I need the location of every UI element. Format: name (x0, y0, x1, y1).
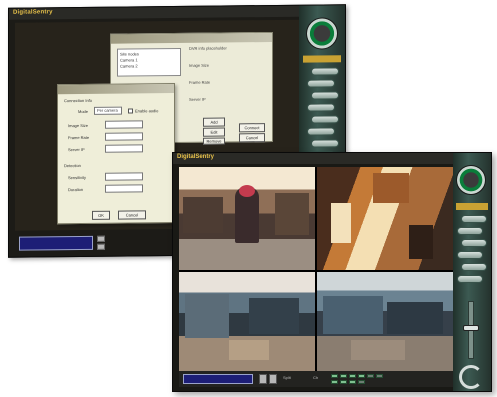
channel-indicator[interactable] (340, 380, 347, 384)
rack-shape (275, 193, 309, 235)
camera-view-1[interactable] (179, 167, 315, 270)
device-dialog-title-bar (111, 33, 272, 44)
viewer-control-panel (453, 153, 491, 391)
channel-indicator[interactable] (331, 374, 338, 378)
shelf-shape (373, 173, 409, 203)
camera-view-4[interactable] (317, 272, 453, 375)
panel-button[interactable] (461, 215, 487, 223)
table-shape (229, 340, 269, 360)
field-label: Sensitivity (68, 174, 87, 181)
channel-label: Ch (313, 375, 319, 380)
field-label: Frame Rate (68, 134, 90, 141)
arrow-up-icon[interactable] (97, 235, 105, 242)
logo-icon (459, 365, 483, 389)
panel-button[interactable] (311, 91, 339, 100)
panel-button[interactable] (457, 251, 483, 259)
audio-checkbox-label: Enable audio (135, 108, 159, 114)
server-ip-field[interactable] (105, 144, 143, 153)
rack-shape (185, 294, 229, 338)
status-display (19, 235, 93, 251)
brand-bar (456, 203, 488, 210)
table-shape (351, 340, 405, 360)
step-back-icon[interactable] (259, 374, 267, 384)
status-arrows[interactable] (97, 235, 105, 250)
cancel-button[interactable]: Cancel (239, 133, 265, 143)
connection-dialog-heading: Connection Info (64, 97, 93, 104)
panel-button[interactable] (311, 115, 339, 124)
channel-indicator[interactable] (331, 380, 338, 384)
frame-rate-field[interactable] (105, 132, 143, 141)
viewer-side-button-group (457, 215, 489, 287)
playback-bar: Split Ch (179, 371, 455, 387)
info-line: Server IP (189, 96, 206, 102)
device-tree[interactable]: Site nodes Camera 1 Camera 2 (117, 47, 181, 77)
rack-shape (249, 298, 299, 334)
channel-indicator[interactable] (367, 374, 374, 378)
figure-head-shape (239, 185, 255, 197)
brand-bar (303, 55, 341, 63)
panel-button[interactable] (461, 263, 487, 271)
camera-view-2[interactable] (317, 167, 453, 270)
rack-shape (323, 296, 383, 334)
panel-button[interactable] (457, 275, 483, 283)
arrow-down-icon[interactable] (97, 243, 105, 250)
panel-button[interactable] (307, 127, 335, 136)
device-info: DVR info placeholder Image Size Frame Ra… (189, 45, 269, 114)
panel-button[interactable] (307, 79, 335, 88)
mode-label: Mode (78, 108, 89, 115)
field-label: Image Size (68, 122, 89, 129)
rack-shape (387, 302, 443, 334)
light-column-shape (331, 203, 351, 243)
jog-dial-icon[interactable] (306, 17, 338, 50)
edit-button[interactable]: Edit (203, 127, 225, 137)
viewer-title-bar: DigitalSentry (173, 153, 491, 164)
remove-button[interactable]: Remove (203, 137, 225, 145)
panel-button[interactable] (307, 103, 335, 112)
channel-indicator[interactable] (340, 374, 347, 378)
split-label: Split (283, 375, 291, 380)
connection-dialog: Connection Info Mode Per camera Enable a… (57, 83, 175, 225)
connection-dialog-title-bar (58, 84, 174, 95)
jog-dial-icon[interactable] (456, 165, 486, 195)
add-button[interactable]: Add (203, 117, 225, 127)
connect-button[interactable]: Connect (239, 123, 265, 133)
rack-shape (183, 197, 223, 233)
field-label: Duration (68, 186, 84, 193)
channel-indicator[interactable] (349, 374, 356, 378)
setup-title-bar: DigitalSentry (9, 5, 345, 20)
info-line: DVR info placeholder (189, 45, 227, 51)
audio-checkbox[interactable] (128, 108, 133, 114)
time-display (183, 374, 253, 384)
channel-indicator[interactable] (358, 380, 365, 384)
info-line: Frame Rate (189, 79, 211, 85)
mode-select[interactable]: Per camera (94, 106, 122, 115)
channel-indicator[interactable] (376, 374, 383, 378)
form-cancel-button[interactable]: Cancel (118, 210, 146, 220)
rack-shape (409, 225, 433, 259)
info-line: Image Size (189, 62, 210, 68)
panel-button[interactable] (461, 239, 487, 247)
channel-indicator[interactable] (349, 380, 356, 384)
image-size-field[interactable] (105, 120, 143, 129)
panel-button[interactable] (311, 67, 339, 76)
tree-item[interactable]: Camera 2 (120, 63, 178, 70)
ok-button[interactable]: OK (92, 210, 110, 220)
camera-grid (179, 167, 453, 375)
setup-window-title: DigitalSentry (13, 9, 53, 16)
panel-button[interactable] (311, 139, 339, 148)
panel-button[interactable] (457, 227, 483, 235)
field-label: Server IP (68, 146, 85, 153)
step-forward-icon[interactable] (269, 374, 277, 384)
viewer-window: DigitalSentry Split Ch (172, 152, 492, 392)
channel-indicator[interactable] (358, 374, 365, 378)
sensitivity-field[interactable] (105, 172, 143, 181)
camera-view-3[interactable] (179, 272, 315, 375)
viewer-window-title: DigitalSentry (177, 154, 215, 160)
volume-slider-thumb[interactable] (463, 325, 479, 331)
detection-section-label: Detection (64, 163, 81, 169)
duration-field[interactable] (105, 184, 143, 193)
